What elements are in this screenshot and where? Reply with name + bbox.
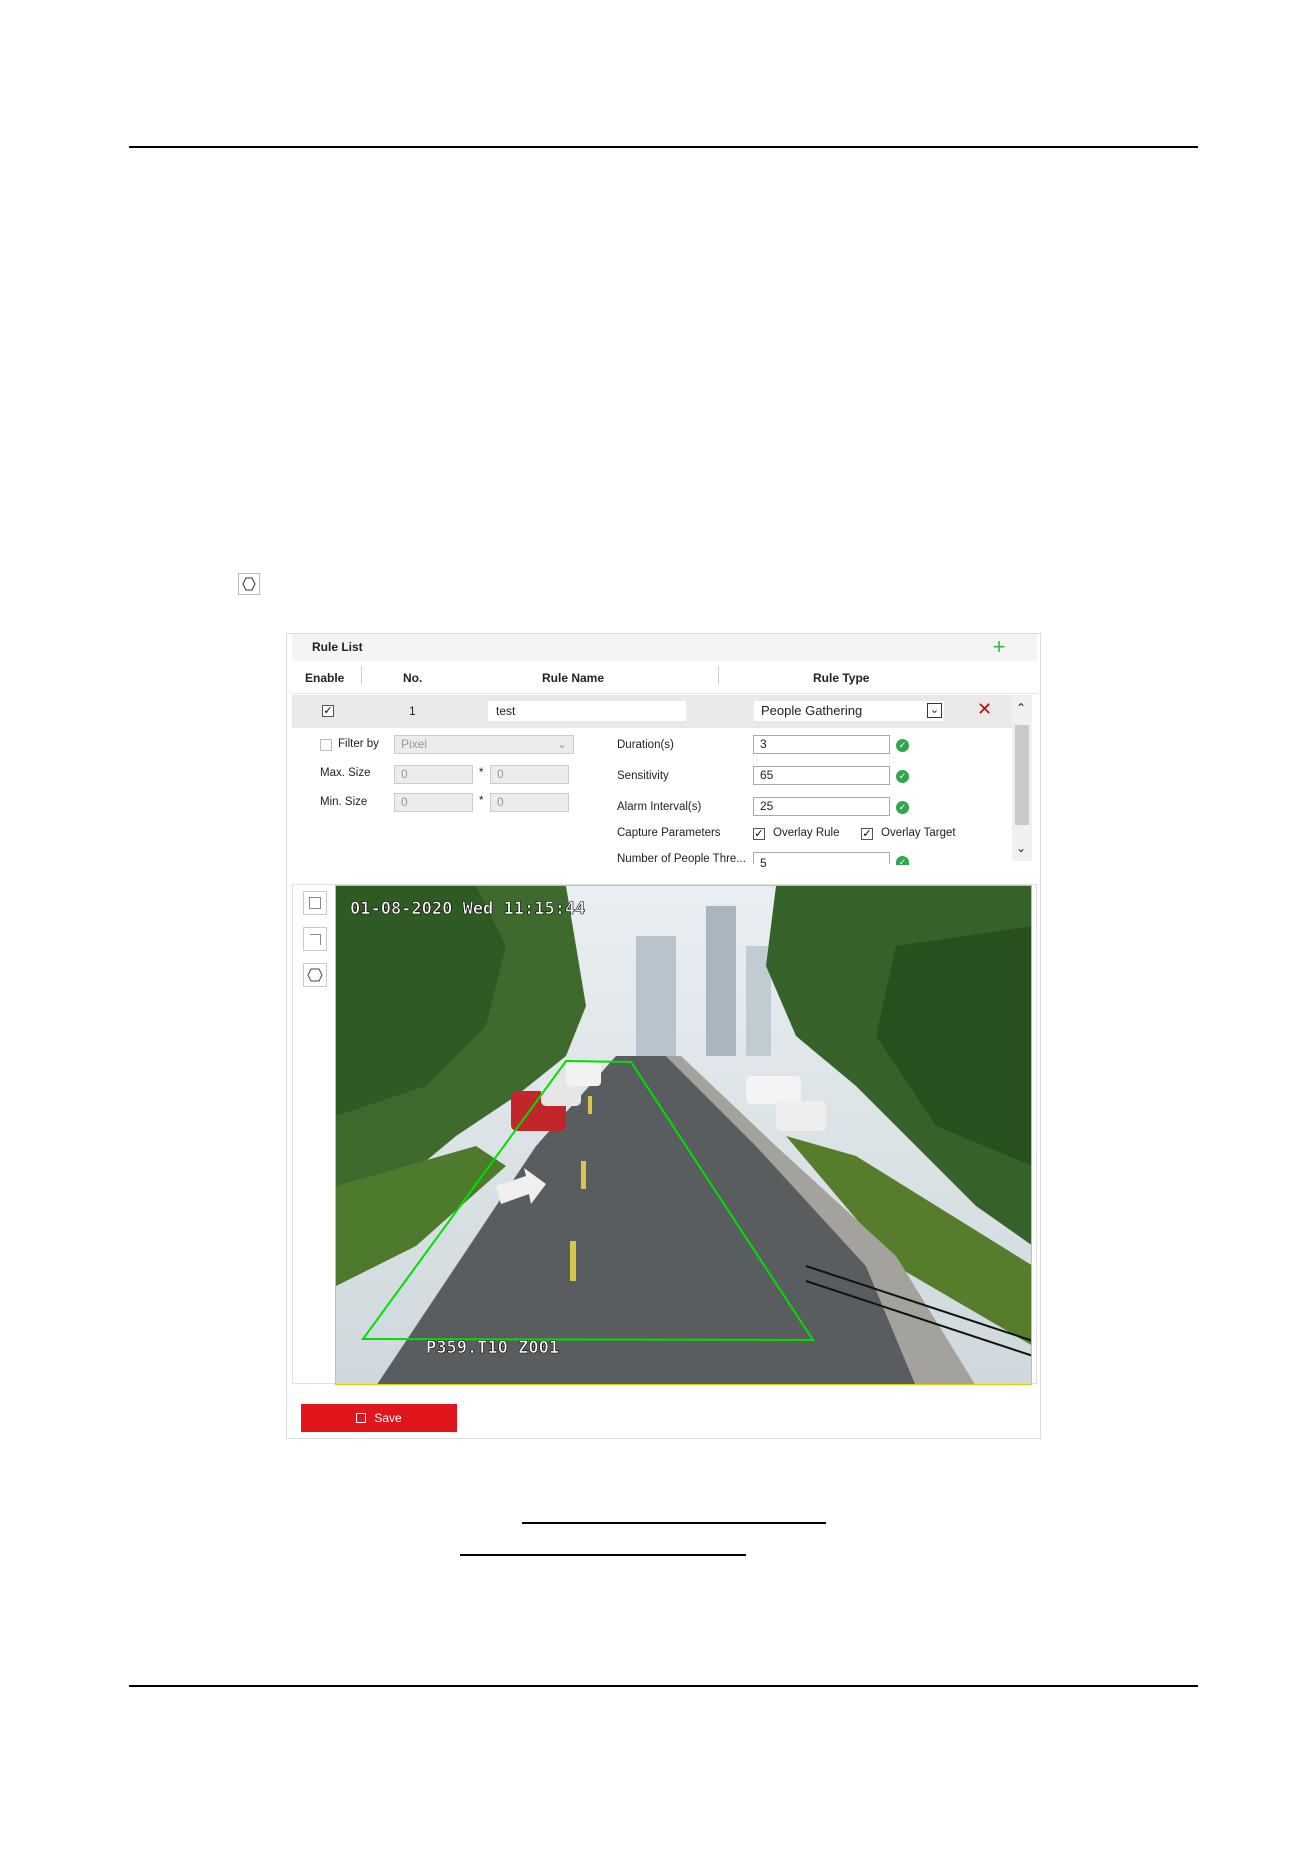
rule-type-select[interactable]: People Gathering ⌄ xyxy=(754,701,944,721)
camera-scene: 01-08-2020 Wed 11:15:44 P359.T10 Z001 xyxy=(336,886,1031,1384)
people-threshold-value: 5 xyxy=(760,856,767,870)
overlay-rule-checkbox[interactable]: ✓ xyxy=(753,828,765,840)
link-underline[interactable] xyxy=(460,1554,746,1556)
rule-type-value: People Gathering xyxy=(761,703,863,718)
rule-list-header: Rule List + xyxy=(292,634,1037,661)
sensitivity-input[interactable]: 65 xyxy=(753,766,890,785)
capture-parameters-label: Capture Parameters xyxy=(617,827,721,839)
chevron-down-icon: ⌄ xyxy=(556,737,567,751)
live-view-area: 01-08-2020 Wed 11:15:44 P359.T10 Z001 xyxy=(292,884,1037,1385)
draw-corner-tool[interactable] xyxy=(303,927,327,951)
overlay-target-label: Overlay Target xyxy=(881,827,956,839)
scroll-up-icon[interactable]: ⌃ xyxy=(1016,701,1026,715)
check-icon: ✓ xyxy=(896,739,909,752)
duration-label: Duration(s) xyxy=(617,739,674,751)
smart-event-panel: Rule List + Enable No. Rule Name Rule Ty… xyxy=(286,633,1041,1439)
camera-video[interactable]: 01-08-2020 Wed 11:15:44 P359.T10 Z001 xyxy=(335,885,1032,1385)
draw-rectangle-tool[interactable] xyxy=(303,891,327,915)
footer-rule xyxy=(129,1685,1198,1687)
check-icon: ✓ xyxy=(896,856,909,867)
scroll-thumb[interactable] xyxy=(1015,725,1029,825)
rectangle-icon xyxy=(309,897,321,909)
min-size-label: Min. Size xyxy=(320,796,368,808)
rule-name-input[interactable]: test xyxy=(488,701,686,721)
rule-row[interactable]: ✓ 1 test People Gathering ⌄ ✕ xyxy=(292,695,1012,728)
alarm-interval-input[interactable]: 25 xyxy=(753,797,890,816)
save-button[interactable]: Save xyxy=(301,1404,457,1432)
overlay-rule-label: Overlay Rule xyxy=(773,827,840,839)
rule-no: 1 xyxy=(409,704,416,718)
sensitivity-label: Sensitivity xyxy=(617,770,669,782)
min-size-height-input[interactable]: 0 xyxy=(490,793,569,812)
add-rule-icon[interactable]: + xyxy=(989,636,1009,658)
col-rule-name: Rule Name xyxy=(542,671,605,685)
check-icon: ✓ xyxy=(896,801,909,814)
max-size-label: Max. Size xyxy=(320,767,371,779)
check-icon: ✓ xyxy=(896,770,909,783)
polygon-icon xyxy=(307,968,323,982)
people-threshold-input[interactable]: 5 xyxy=(753,852,890,870)
polygon-icon xyxy=(238,573,260,595)
max-size-height-input[interactable]: 0 xyxy=(490,765,569,784)
rule-table-header: Enable No. Rule Name Rule Type xyxy=(292,661,1037,694)
times-sign: * xyxy=(479,795,484,807)
save-label: Save xyxy=(374,1411,402,1425)
duration-input[interactable]: 3 xyxy=(753,735,890,754)
filter-by-value: Pixel xyxy=(401,737,428,751)
floppy-disk-icon xyxy=(356,1413,367,1423)
chevron-down-icon[interactable]: ⌄ xyxy=(927,703,942,718)
params-scrollbar[interactable]: ⌃ ⌄ xyxy=(1012,695,1032,861)
header-rule xyxy=(129,146,1198,148)
col-no: No. xyxy=(403,671,423,685)
draw-polygon-tool[interactable] xyxy=(303,963,327,987)
alarm-interval-label: Alarm Interval(s) xyxy=(617,801,702,813)
video-timestamp: 01-08-2020 Wed 11:15:44 xyxy=(350,899,585,919)
video-osd-ptz: P359.T10 Z001 xyxy=(426,1338,559,1358)
corner-icon xyxy=(309,933,321,945)
people-threshold-label: Number of People Thre... xyxy=(617,853,746,865)
col-enable: Enable xyxy=(305,671,345,685)
rule-list-title: Rule List xyxy=(312,640,363,654)
min-size-width-input[interactable]: 0 xyxy=(394,793,473,812)
scroll-down-icon[interactable]: ⌄ xyxy=(1016,841,1026,855)
delete-rule-icon[interactable]: ✕ xyxy=(977,699,992,720)
filter-by-checkbox[interactable] xyxy=(320,739,332,751)
filter-by-label: Filter by xyxy=(338,738,379,750)
overlay-target-checkbox[interactable]: ✓ xyxy=(861,828,873,840)
col-rule-type: Rule Type xyxy=(813,671,870,685)
times-sign: * xyxy=(479,767,484,779)
link-underline[interactable] xyxy=(522,1522,826,1524)
rule-enable-checkbox[interactable]: ✓ xyxy=(322,705,334,717)
filter-by-select[interactable]: Pixel ⌄ xyxy=(394,735,574,754)
max-size-width-input[interactable]: 0 xyxy=(394,765,473,784)
